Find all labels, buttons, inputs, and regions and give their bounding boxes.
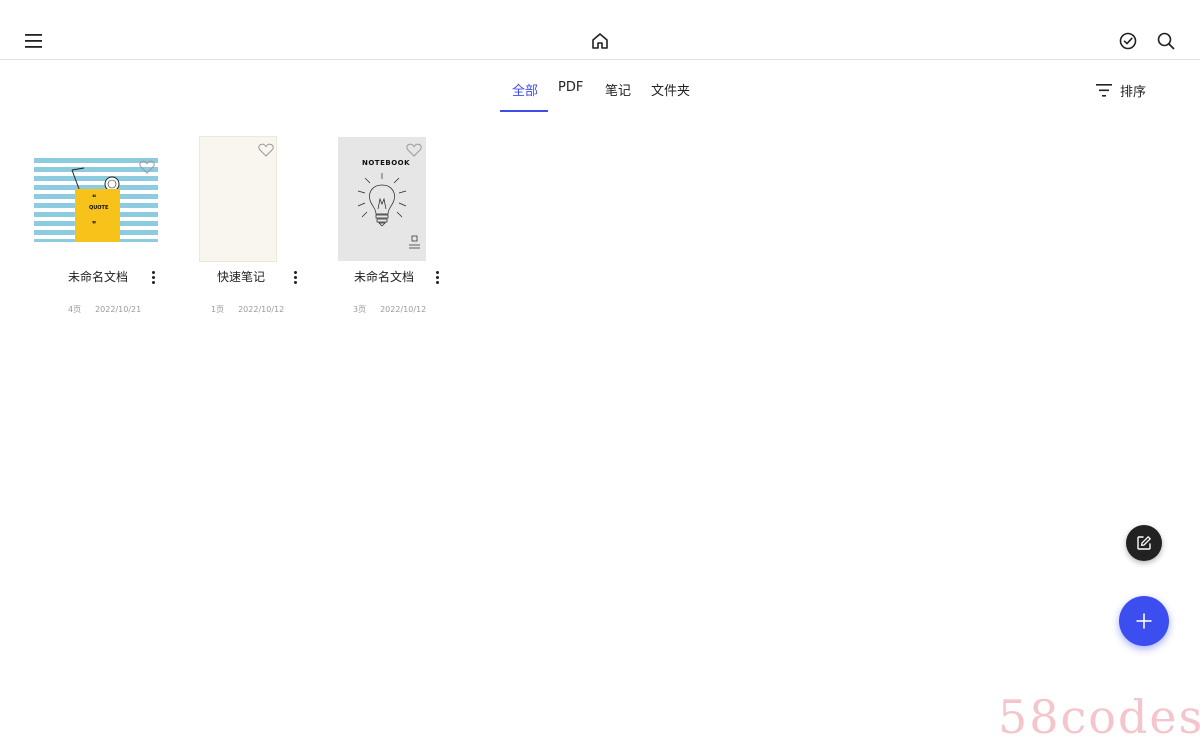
document-date: 2022/10/12 xyxy=(380,305,427,314)
add-button[interactable] xyxy=(1119,596,1169,646)
document-meta: 1页 2022/10/12 xyxy=(211,304,284,315)
favorite-heart-icon[interactable] xyxy=(406,143,422,157)
document-title[interactable]: 未命名文档 xyxy=(354,268,414,285)
edit-icon xyxy=(1137,536,1151,550)
document-card: ❝ QUOTE ❞ 未命名文档 4页 2022/10/21 xyxy=(30,136,170,326)
tab-all[interactable]: 全部 xyxy=(512,80,538,99)
top-bar xyxy=(0,0,1200,60)
document-meta: 3页 2022/10/12 xyxy=(353,304,426,315)
tab-notes[interactable]: 笔记 xyxy=(605,80,631,99)
document-date: 2022/10/12 xyxy=(238,305,285,314)
page-count: 1页 xyxy=(211,305,225,314)
sort-button[interactable]: 排序 xyxy=(1096,80,1146,100)
check-circle-icon[interactable] xyxy=(1112,25,1144,57)
page-count: 3页 xyxy=(353,305,367,314)
filter-tabs: 全部 PDF 笔记 文件夹 xyxy=(0,70,1200,114)
quote-open-mark: ❝ xyxy=(92,193,97,202)
more-options-button[interactable] xyxy=(288,267,302,287)
document-date: 2022/10/21 xyxy=(95,305,142,314)
sort-icon xyxy=(1096,83,1112,97)
quote-close-mark: ❞ xyxy=(92,220,97,229)
document-title[interactable]: 未命名文档 xyxy=(68,268,128,285)
document-card: 快速笔记 1页 2022/10/12 xyxy=(170,136,310,326)
home-icon[interactable] xyxy=(584,25,616,57)
favorite-heart-icon[interactable] xyxy=(258,143,274,157)
watermark: 58codes xyxy=(998,690,1200,744)
page-count: 4页 xyxy=(68,305,82,314)
tab-pdf[interactable]: PDF xyxy=(558,80,583,95)
sort-label: 排序 xyxy=(1120,84,1147,100)
document-title[interactable]: 快速笔记 xyxy=(217,268,265,285)
plus-icon xyxy=(1136,613,1152,629)
active-tab-indicator xyxy=(500,110,548,112)
more-options-button[interactable] xyxy=(430,267,444,287)
document-meta: 4页 2022/10/21 xyxy=(68,304,141,315)
menu-icon[interactable] xyxy=(18,25,50,57)
new-note-button[interactable] xyxy=(1126,525,1162,561)
more-options-button[interactable] xyxy=(146,267,160,287)
quote-label: QUOTE xyxy=(89,205,109,211)
tab-folders[interactable]: 文件夹 xyxy=(651,80,690,99)
favorite-heart-icon[interactable] xyxy=(139,160,155,174)
document-card: NOTEBOOK 未命名文档 3页 2022/10/12 xyxy=(312,136,452,326)
search-icon[interactable] xyxy=(1150,25,1182,57)
